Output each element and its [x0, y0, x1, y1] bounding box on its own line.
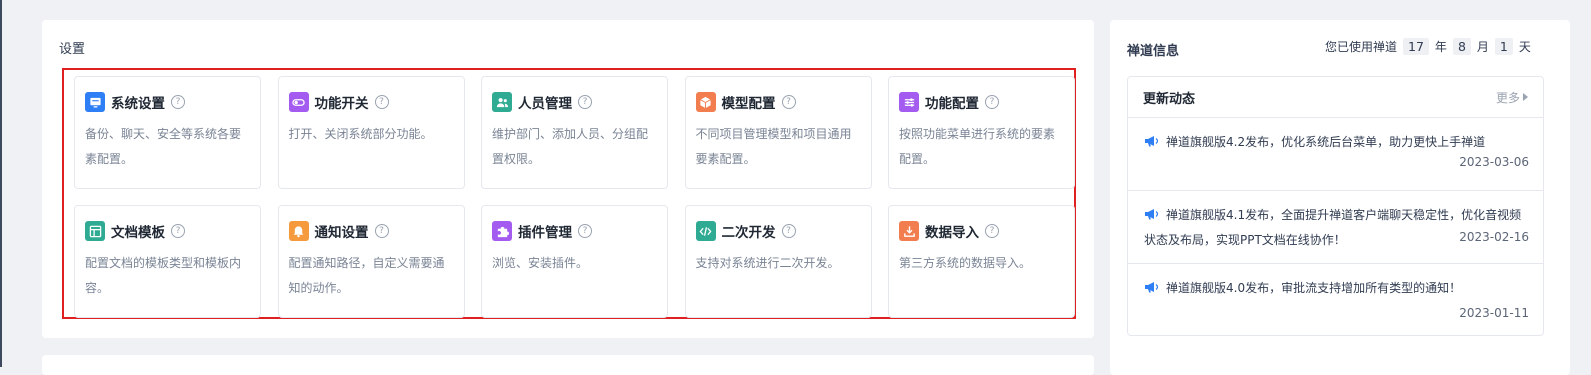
- card-header: 人员管理?: [492, 91, 657, 113]
- help-icon[interactable]: ?: [781, 95, 796, 109]
- news-text-wrap: 禅道旗舰版4.1发布，全面提升禅道客户端聊天稳定性，优化音视频状态及布局，实现P…: [1144, 203, 1527, 253]
- settings-card[interactable]: 模型配置? 不同项目管理模型和项目通用要素配置。: [684, 76, 872, 189]
- card-header: 模型配置?: [695, 91, 861, 113]
- help-icon[interactable]: ?: [171, 95, 185, 109]
- settings-card-grid: 系统设置? 备份、聊天、安全等系统各要素配置。 功能开关? 打开、关闭系统部分功能。 人…: [74, 76, 1075, 318]
- updates-title: 更新动态: [1143, 91, 1196, 107]
- card-title: 通知设置: [314, 225, 369, 241]
- monitor-icon: [85, 92, 105, 112]
- section-title: 设置: [59, 42, 86, 57]
- megaphone-icon: [1145, 136, 1159, 147]
- puzzle-icon: [492, 221, 512, 241]
- card-description: 不同项目管理模型和项目通用要素配置。: [695, 127, 852, 166]
- settings-card[interactable]: 通知设置? 配置通知路径，自定义需要通知的动作。: [277, 205, 465, 318]
- card-header: 功能开关?: [288, 91, 454, 113]
- card-header: 通知设置?: [288, 220, 454, 242]
- usage-years-unit: 年: [1434, 40, 1447, 54]
- card-header: 功能配置?: [899, 91, 1064, 113]
- card-description: 支持对系统进行二次开发。: [695, 256, 840, 270]
- caret-right-icon: [1523, 93, 1528, 101]
- help-icon[interactable]: ?: [171, 224, 185, 238]
- code-icon: [695, 221, 716, 241]
- card-description: 按照功能菜单进行系统的要素配置。: [899, 127, 1056, 166]
- card-title: 文档模板: [111, 225, 165, 241]
- megaphone-icon: [1145, 282, 1159, 293]
- help-icon[interactable]: ?: [374, 95, 389, 109]
- help-icon[interactable]: ?: [374, 224, 389, 238]
- updates-header: 更新动态 更多: [1128, 77, 1543, 118]
- news-text-wrap: 禅道旗舰版4.2发布，优化系统后台菜单，助力更快上手禅道: [1144, 130, 1527, 155]
- news-text-wrap: 禅道旗舰版4.0发布，审批流支持增加所有类型的通知！: [1144, 276, 1527, 301]
- help-icon[interactable]: ?: [578, 224, 592, 238]
- megaphone-icon: [1145, 209, 1159, 220]
- info-title: 禅道信息: [1127, 44, 1180, 59]
- settings-card[interactable]: 系统设置? 备份、聊天、安全等系统各要素配置。: [74, 76, 261, 189]
- news-date: 2023-01-11: [1459, 306, 1529, 320]
- news-item[interactable]: 禅道旗舰版4.2发布，优化系统后台菜单，助力更快上手禅道 2023-03-06: [1128, 118, 1543, 191]
- card-title: 二次开发: [721, 225, 776, 241]
- usage-years: 17: [1403, 38, 1429, 55]
- card-description: 备份、聊天、安全等系统各要素配置。: [85, 127, 242, 166]
- news-date: 2023-03-06: [1459, 155, 1529, 169]
- settings-card[interactable]: 文档模板? 配置文档的模板类型和模板内容。: [74, 205, 261, 318]
- cube-icon: [695, 92, 716, 112]
- usage-days-unit: 天: [1518, 40, 1531, 54]
- card-header: 文档模板?: [85, 220, 250, 242]
- settings-card[interactable]: 功能开关? 打开、关闭系统部分功能。: [277, 76, 465, 189]
- card-description: 打开、关闭系统部分功能。: [288, 127, 433, 141]
- card-title: 插件管理: [518, 225, 572, 241]
- news-text: 禅道旗舰版4.2发布，优化系统后台菜单，助力更快上手禅道: [1166, 135, 1486, 149]
- card-title: 系统设置: [111, 96, 165, 112]
- updates-box: 更新动态 更多 禅道旗舰版4.2发布，优化系统后台菜单，助力更快上手禅道 2023…: [1127, 76, 1544, 336]
- news-text: 禅道旗舰版4.0发布，审批流支持增加所有类型的通知！: [1166, 281, 1462, 295]
- card-description: 配置通知路径，自定义需要通知的动作。: [288, 256, 445, 295]
- card-description: 维护部门、添加人员、分组配置权限。: [492, 127, 649, 166]
- card-title: 功能配置: [925, 96, 979, 112]
- usage-months: 8: [1452, 38, 1471, 55]
- card-description: 配置文档的模板类型和模板内容。: [85, 256, 242, 295]
- news-list: 禅道旗舰版4.2发布，优化系统后台菜单，助力更快上手禅道 2023-03-06 禅道…: [1128, 118, 1543, 336]
- usage-duration: 您已使用禅道 17 年 8 月 1 天: [1325, 38, 1531, 55]
- card-header: 数据导入?: [899, 220, 1064, 242]
- usage-months-unit: 月: [1476, 40, 1489, 54]
- card-title: 数据导入: [925, 225, 979, 241]
- card-title: 模型配置: [721, 96, 776, 112]
- news-date: 2023-02-16: [1459, 230, 1529, 244]
- news-item[interactable]: 禅道旗舰版4.0发布，审批流支持增加所有类型的通知！ 2023-01-11: [1128, 264, 1543, 336]
- settings-card[interactable]: 插件管理? 浏览、安装插件。: [481, 205, 668, 318]
- card-description: 第三方系统的数据导入。: [899, 256, 1032, 270]
- card-title: 功能开关: [314, 96, 369, 112]
- import-icon: [899, 221, 919, 241]
- sliders-icon: [899, 92, 919, 112]
- card-header: 系统设置?: [85, 91, 250, 113]
- settings-card[interactable]: 功能配置? 按照功能菜单进行系统的要素配置。: [888, 76, 1075, 189]
- news-item[interactable]: 禅道旗舰版4.1发布，全面提升禅道客户端聊天稳定性，优化音视频状态及布局，实现P…: [1128, 191, 1543, 264]
- bottom-panel: [42, 355, 1094, 375]
- settings-card[interactable]: 二次开发? 支持对系统进行二次开发。: [684, 205, 872, 318]
- help-icon[interactable]: ?: [985, 224, 999, 238]
- highlight-frame: 系统设置? 备份、聊天、安全等系统各要素配置。 功能开关? 打开、关闭系统部分功能。 人…: [62, 68, 1076, 319]
- users-icon: [492, 92, 512, 112]
- card-description: 浏览、安装插件。: [492, 256, 589, 270]
- template-icon: [85, 221, 105, 241]
- settings-card[interactable]: 数据导入? 第三方系统的数据导入。: [888, 205, 1075, 318]
- usage-prefix: 您已使用禅道: [1325, 40, 1398, 54]
- card-header: 二次开发?: [695, 220, 861, 242]
- help-icon[interactable]: ?: [781, 224, 796, 238]
- card-header: 插件管理?: [492, 220, 657, 242]
- window-edge: [0, 0, 2, 367]
- more-link[interactable]: 更多: [1496, 89, 1528, 106]
- info-panel: 禅道信息 您已使用禅道 17 年 8 月 1 天 更新动态 更多 禅道旗舰版4.…: [1110, 20, 1570, 375]
- bell-icon: [288, 221, 309, 241]
- settings-card[interactable]: 人员管理? 维护部门、添加人员、分组配置权限。: [481, 76, 668, 189]
- toggle-icon: [288, 92, 309, 112]
- help-icon[interactable]: ?: [985, 95, 999, 109]
- usage-days: 1: [1494, 38, 1513, 55]
- settings-panel: 设置 系统设置? 备份、聊天、安全等系统各要素配置。 功能开关? 打开、关闭系统部分功…: [42, 20, 1094, 338]
- more-label: 更多: [1495, 90, 1520, 105]
- card-title: 人员管理: [518, 96, 572, 112]
- help-icon[interactable]: ?: [578, 95, 592, 109]
